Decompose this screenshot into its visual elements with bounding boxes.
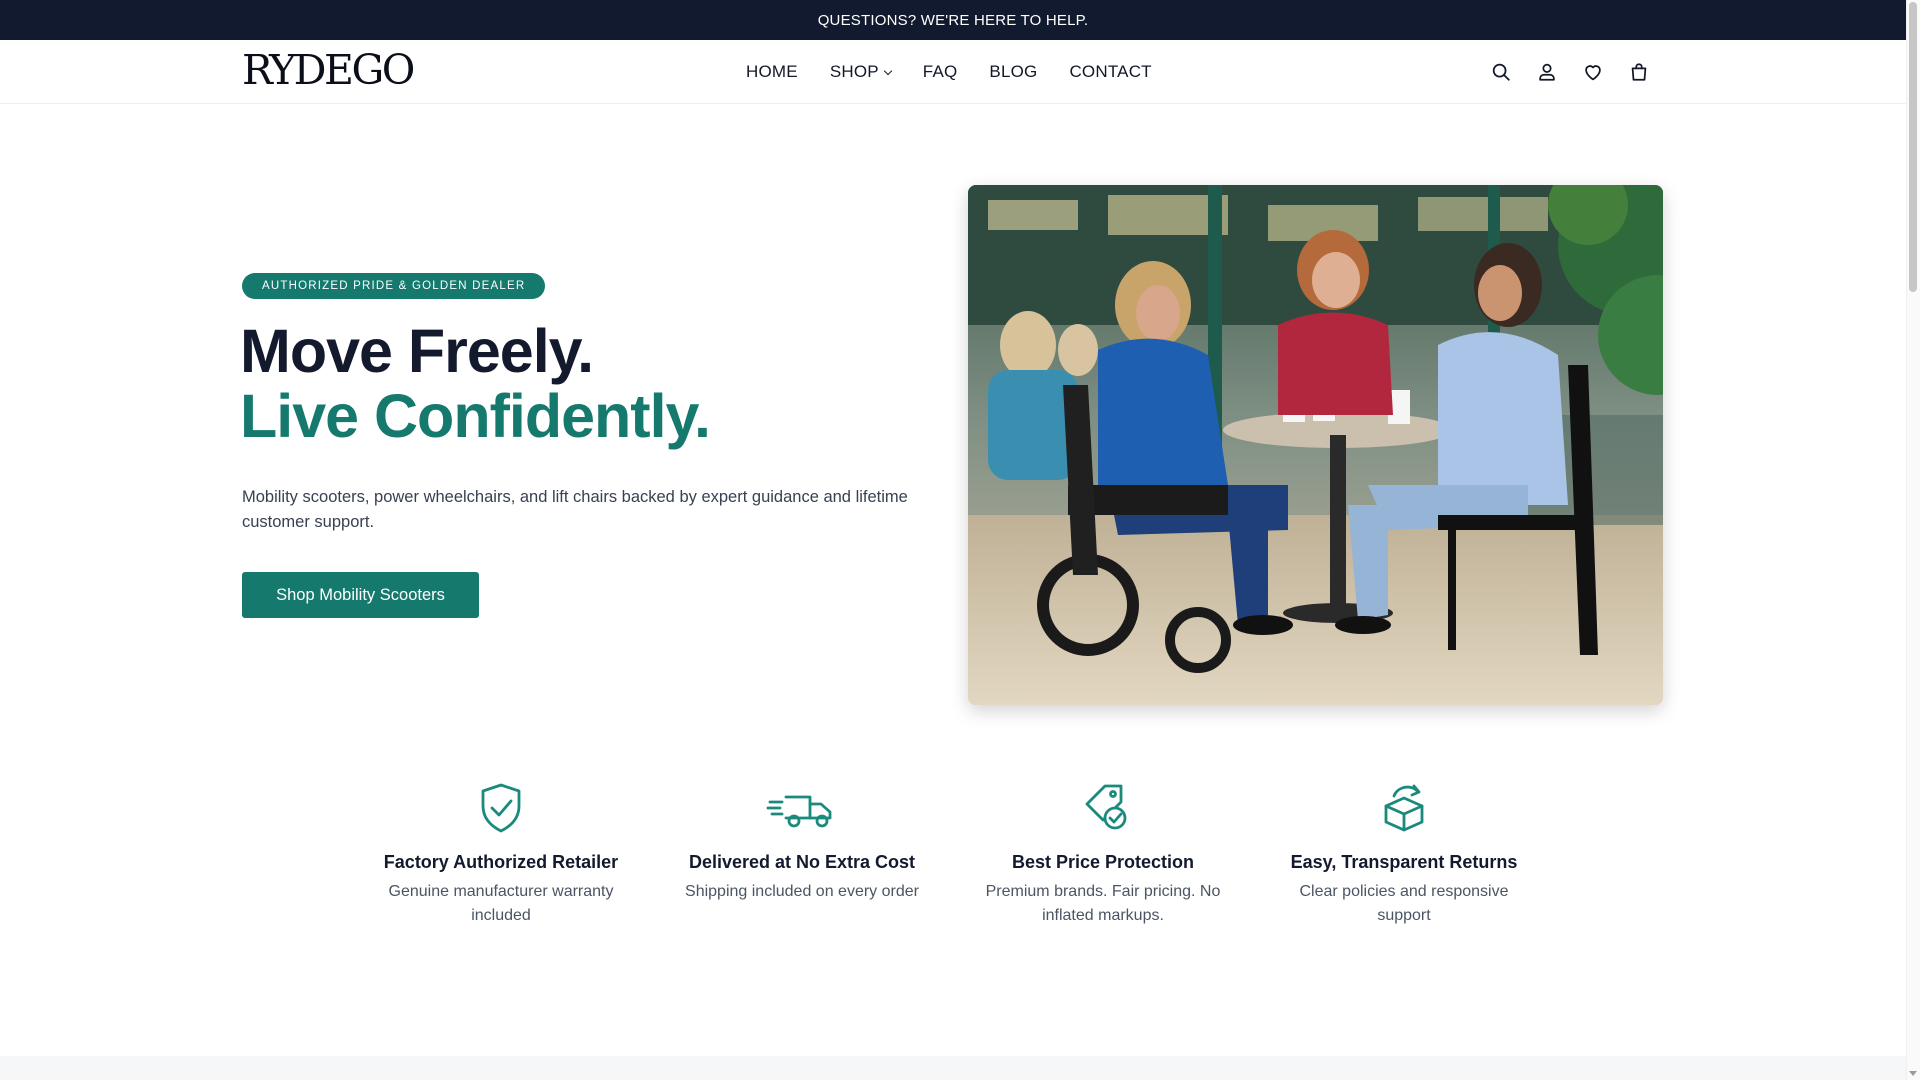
feature-text: Shipping included on every order xyxy=(685,883,919,900)
shop-mobility-scooters-button[interactable]: Shop Mobility Scooters xyxy=(242,572,479,618)
nav-blog[interactable]: BLOG xyxy=(989,62,1037,82)
search-button[interactable] xyxy=(1478,58,1524,86)
main-nav: HOME SHOP FAQ BLOG CONTACT xyxy=(746,62,1184,82)
cart-button[interactable] xyxy=(1616,58,1662,86)
hero-headline-line2: Live Confidently. xyxy=(240,382,711,450)
scroll-down-arrow-icon[interactable] xyxy=(1909,1071,1917,1076)
scrollbar-thumb[interactable] xyxy=(1909,2,1917,292)
account-icon xyxy=(1539,63,1555,81)
hero-lead-text: Mobility scooters, power wheelchairs, an… xyxy=(242,488,908,531)
feature-title: Best Price Protection xyxy=(1011,852,1195,872)
page-scrollbar[interactable] xyxy=(1906,0,1920,1080)
hero-image xyxy=(968,185,1663,705)
next-section-band xyxy=(0,1056,1906,1080)
search-icon xyxy=(1492,63,1510,81)
feature-title: Delivered at No Extra Cost xyxy=(688,852,916,872)
feature-text: Premium brands. Fair pricing. No inflate… xyxy=(985,883,1221,924)
nav-faq[interactable]: FAQ xyxy=(923,62,958,82)
feature-title: Factory Authorized Retailer xyxy=(383,852,619,872)
feature-factory-authorized: Factory Authorized Retailer Genuine manu… xyxy=(376,780,626,928)
wishlist-button[interactable] xyxy=(1570,58,1616,86)
nav-shop[interactable]: SHOP xyxy=(830,62,893,82)
site-header: RYDEGO HOME SHOP FAQ BLOG CONTACT xyxy=(0,40,1906,104)
announcement-bar: QUESTIONS? WE'RE HERE TO HELP. xyxy=(0,0,1906,40)
nav-home[interactable]: HOME xyxy=(746,62,798,82)
announcement-text: QUESTIONS? WE'RE HERE TO HELP. xyxy=(817,11,1089,29)
price-tag-check-icon xyxy=(1075,780,1131,836)
account-button[interactable] xyxy=(1524,58,1570,86)
header-tools xyxy=(1478,58,1662,86)
feature-free-delivery: Delivered at No Extra Cost Shipping incl… xyxy=(677,780,927,904)
feature-text: Genuine manufacturer warranty included xyxy=(388,883,614,924)
feature-text: Clear policies and responsive support xyxy=(1299,883,1509,924)
wishlist-heart-icon xyxy=(1585,65,1601,81)
chevron-down-icon xyxy=(883,66,893,75)
feature-easy-returns: Easy, Transparent Returns Clear policies… xyxy=(1279,780,1529,928)
shield-check-icon xyxy=(473,780,529,836)
delivery-truck-icon xyxy=(766,780,838,836)
site-logo[interactable]: RYDEGO xyxy=(242,50,415,91)
feature-title: Easy, Transparent Returns xyxy=(1290,852,1518,872)
feature-best-price: Best Price Protection Premium brands. Fa… xyxy=(978,780,1228,928)
hero-headline-line1: Move Freely. xyxy=(240,317,594,385)
nav-contact[interactable]: CONTACT xyxy=(1069,62,1151,82)
dealer-badge: AUTHORIZED PRIDE & GOLDEN DEALER xyxy=(242,273,546,299)
return-box-icon xyxy=(1376,780,1432,836)
cart-bag-icon xyxy=(1631,63,1647,81)
